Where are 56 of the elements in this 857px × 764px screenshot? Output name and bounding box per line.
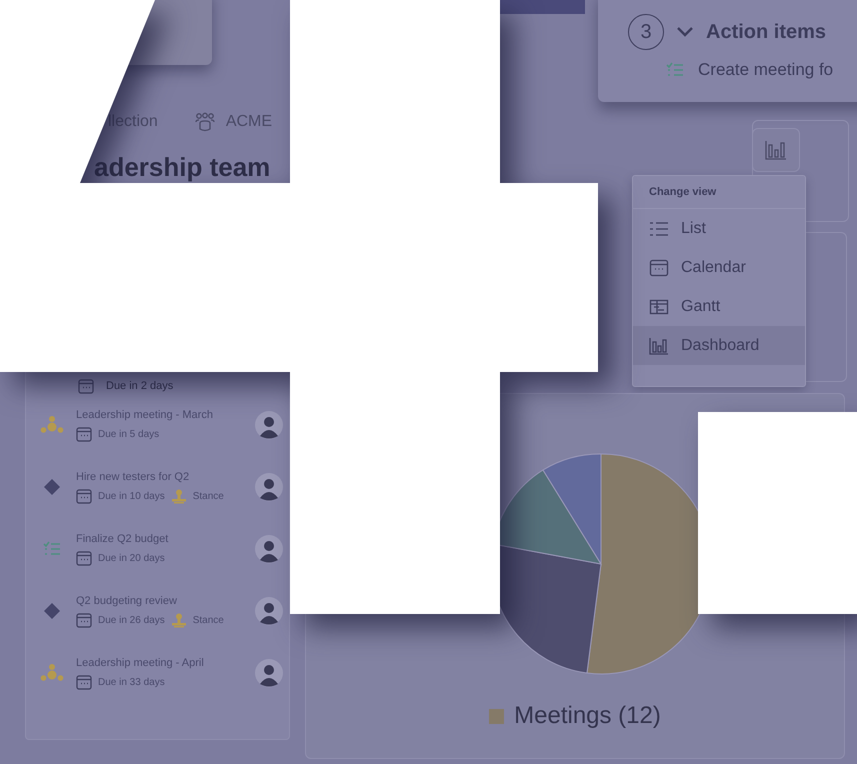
checklist-icon [666,62,684,78]
calendar-icon [78,378,94,394]
bar-chart-icon [649,336,669,354]
avatar [255,473,283,501]
avatar [255,659,283,687]
calendar-icon [76,426,92,442]
dashboard-view-button[interactable] [752,128,800,172]
menu-header: Change view [633,176,805,209]
people-icon [194,112,216,132]
due-date: Due in 2 days [106,380,174,392]
menu-item[interactable]: Gantt [633,287,805,326]
diamond-icon [43,602,61,620]
bar-chart-icon [765,140,787,160]
task-row[interactable]: Leadership meeting - March Due in 5 days [26,394,289,456]
menu-item[interactable]: Calendar [633,248,805,287]
task-title: Leadership meeting - March [76,408,214,420]
checklist-icon [43,541,61,557]
due-date: Due in 33 days [98,676,165,688]
chevron-icon[interactable] [676,26,694,38]
menu-item[interactable]: List [633,209,805,248]
meeting-icon [40,415,64,435]
task-row[interactable]: Q2 budgeting review Due in 26 days Stance [26,580,289,642]
due-date: Due in 10 days [98,490,165,502]
task-title: Finalize Q2 budget [76,532,170,544]
due-date: Due in 5 days [98,428,160,440]
action-item-text[interactable]: Create meeting fo [698,60,834,80]
section-title: Action items [706,20,826,44]
meeting-icon [40,663,64,683]
legend-label: Meetings (12) [514,702,661,730]
avatar [255,411,283,439]
due-date: Due in 26 days [98,614,165,626]
list-icon [649,220,669,238]
avatar [255,597,283,625]
calendar-icon [76,550,92,566]
avatar [255,535,283,563]
gantt-icon [649,298,669,316]
task-row[interactable]: Finalize Q2 budget Due in 20 days [26,518,289,580]
due-date: Due in 20 days [98,552,165,564]
step-number: 3 [628,14,664,50]
tag-label: Stance [192,614,224,626]
task-row[interactable]: Leadership meeting - April Due in 33 days [26,642,289,704]
task-title: Hire new testers for Q2 [76,470,190,482]
stamp-icon [170,488,187,504]
menu-item[interactable]: Dashboard [633,326,805,365]
tag-label: Stance [192,490,224,502]
diamond-icon [43,478,61,496]
breadcrumb-link[interactable]: ACME [226,113,272,131]
calendar-icon [76,488,92,504]
page-title: adership team [94,153,270,181]
task-title: Leadership meeting - April [76,656,205,668]
calendar-icon [76,612,92,628]
calendar-icon [76,674,92,690]
calendar-icon [649,258,669,276]
task-title: Q2 budgeting review [76,594,178,606]
stamp-icon [170,612,187,628]
task-row[interactable]: Hire new testers for Q2 Due in 10 days Stance [26,456,289,518]
